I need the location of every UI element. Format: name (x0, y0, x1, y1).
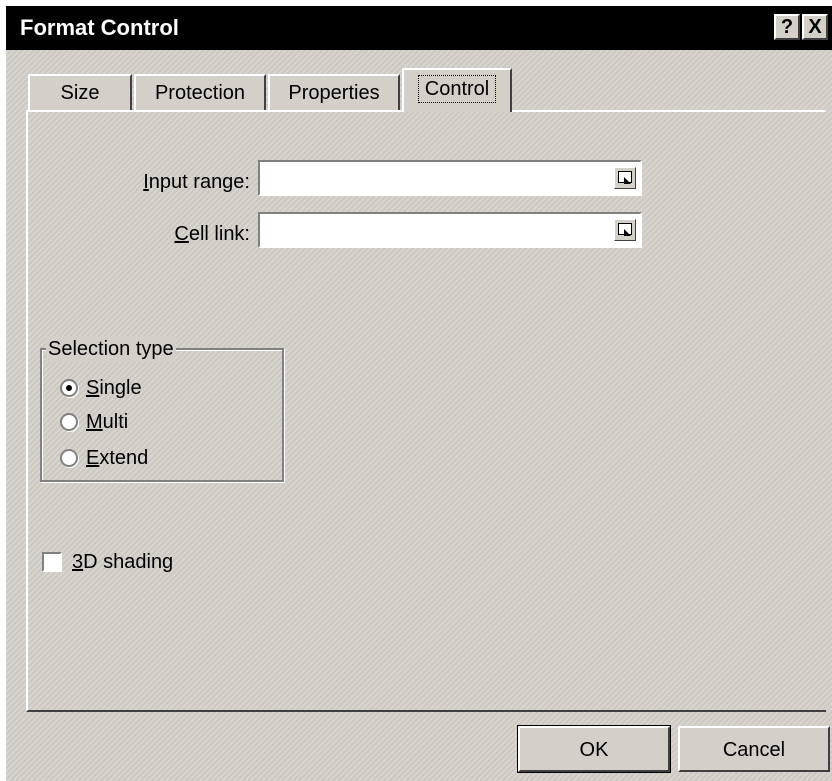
collapse-dialog-icon[interactable] (614, 167, 636, 189)
tab-protection[interactable]: Protection (134, 74, 266, 110)
input-range-input[interactable] (264, 164, 608, 194)
cell-link-input[interactable] (264, 216, 608, 246)
cancel-button[interactable]: Cancel (678, 726, 830, 772)
tab-size[interactable]: Size (28, 74, 132, 110)
radio-extend-accel: E (86, 447, 100, 469)
help-button[interactable]: ? (774, 14, 800, 40)
radio-single-accel: S (86, 377, 100, 399)
window-title: Format Control (20, 15, 179, 40)
radio-unchecked-icon[interactable] (60, 449, 78, 467)
close-button[interactable]: X (802, 14, 828, 40)
input-range-field[interactable] (258, 160, 642, 196)
ok-button[interactable]: OK (517, 725, 671, 773)
checkbox-icon[interactable] (42, 552, 62, 572)
tab-properties[interactable]: Properties (268, 74, 400, 110)
tab-control-label: Control (417, 75, 497, 103)
3d-shading-text: D shading (83, 551, 174, 573)
radio-single-text: ingle (99, 377, 142, 399)
radio-unchecked-icon[interactable] (60, 413, 78, 431)
selection-type-group: Selection type Single Multi Extend (40, 336, 284, 482)
3d-shading-label: 3D shading (72, 548, 173, 576)
radio-extend-label: Extend (86, 444, 148, 472)
title-bar[interactable]: Format Control ? X (6, 6, 832, 50)
radio-multi-label: Multi (86, 408, 128, 436)
radio-multi-text: ulti (102, 411, 129, 433)
radio-single-label: Single (86, 374, 142, 402)
3d-shading-accel: 3 (72, 551, 84, 573)
collapse-dialog-icon[interactable] (614, 219, 636, 241)
radio-extend-text: xtend (99, 447, 149, 469)
cell-link-field[interactable] (258, 212, 642, 248)
radio-checked-icon[interactable] (60, 379, 78, 397)
tab-control[interactable]: Control (402, 68, 512, 112)
radio-multi-accel: M (86, 411, 103, 433)
selection-type-legend: Selection type (46, 336, 176, 362)
